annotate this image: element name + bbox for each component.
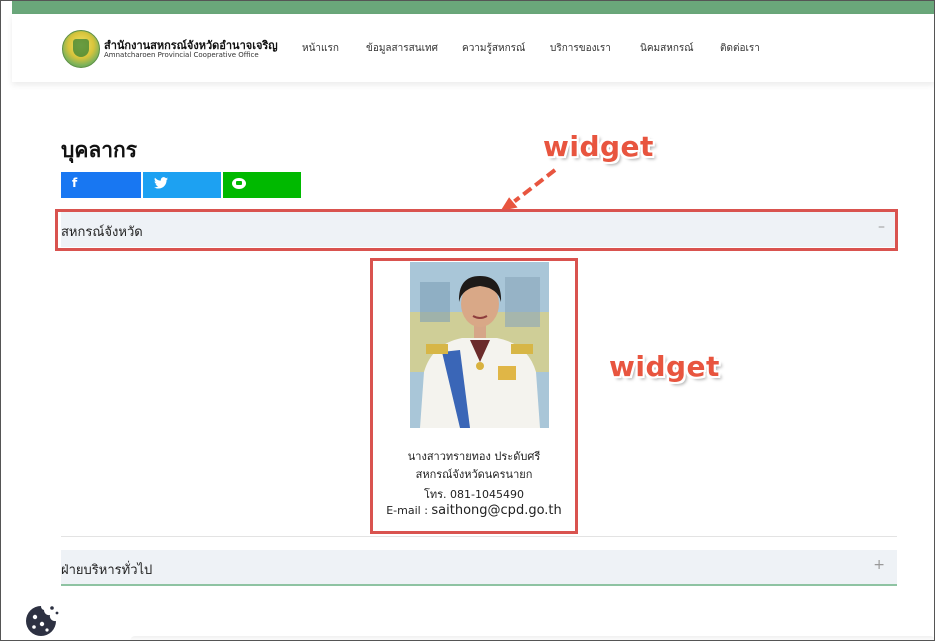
person-name: นางสาวทรายทอง ประดับศรี: [407, 450, 541, 463]
nav-item-services[interactable]: บริการของเรา: [550, 41, 611, 56]
top-accent-bar: [12, 0, 935, 14]
nav-item-contact[interactable]: ติดต่อเรา: [720, 41, 760, 56]
nav-item-information[interactable]: ข้อมูลสารสนเทศ: [366, 41, 438, 56]
site-header: สำนักงานสหกรณ์จังหวัดอำนาจเจริญ Amnatcha…: [12, 14, 935, 82]
share-line-button[interactable]: [223, 172, 301, 198]
annotation-label-widget: widget: [543, 130, 654, 163]
section-divider: [61, 536, 897, 537]
accordion-general-administration[interactable]: ฝ่ายบริหารทั่วไป +: [61, 550, 897, 586]
nav-item-home[interactable]: หน้าแรก: [302, 41, 339, 56]
email-value[interactable]: saithong@cpd.go.th: [431, 503, 561, 518]
page-title: บุคลากร: [61, 138, 138, 162]
share-facebook-button[interactable]: f: [61, 172, 141, 198]
person-email: E-mail : saithong@cpd.go.th: [370, 503, 578, 518]
accordion-label: ฝ่ายบริหารทั่วไป: [61, 563, 153, 578]
twitter-icon: [154, 177, 168, 192]
annotation-label-widget: widget: [609, 350, 720, 383]
share-twitter-button[interactable]: [143, 172, 221, 198]
line-icon: [232, 178, 246, 189]
annotation-highlight-accordion: [55, 209, 898, 251]
bottom-panel-edge: [130, 636, 935, 641]
person-phone: โทร. 081-1045490: [423, 488, 524, 501]
facebook-icon: f: [72, 176, 78, 190]
nav-item-settlements[interactable]: นิคมสหกรณ์: [640, 41, 694, 56]
person-position: สหกรณ์จังหวัดนครนายก: [415, 468, 533, 481]
logo-emblem-icon: [73, 39, 89, 57]
cookie-settings-icon[interactable]: [22, 602, 60, 640]
expand-icon[interactable]: +: [873, 557, 885, 573]
nav-item-knowledge[interactable]: ความรู้สหกรณ์: [462, 41, 525, 56]
org-logo[interactable]: [62, 30, 100, 68]
org-subtitle: Amnatcharoen Provincial Cooperative Offi…: [104, 51, 259, 59]
email-label: E-mail :: [386, 504, 428, 517]
